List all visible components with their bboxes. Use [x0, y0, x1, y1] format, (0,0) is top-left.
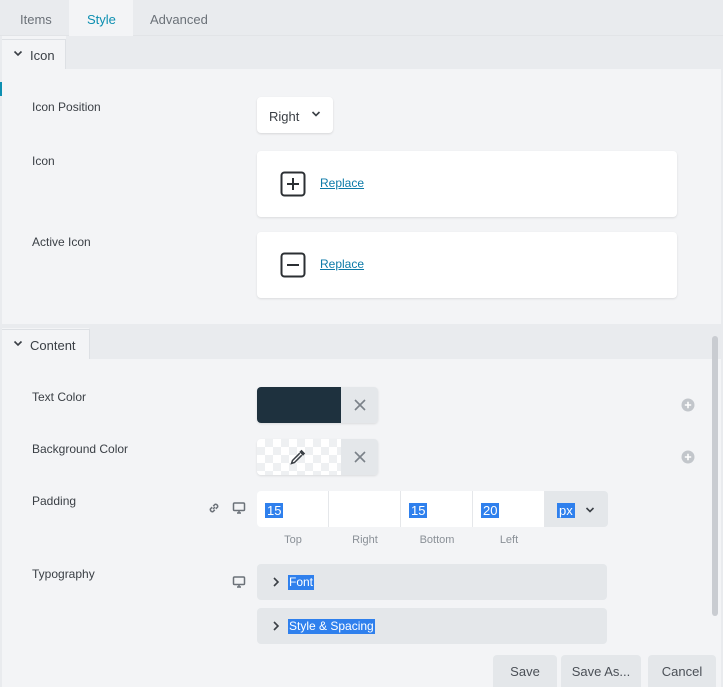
- tab-items-label: Items: [20, 12, 52, 27]
- padding-top-caption: Top: [284, 534, 302, 546]
- clear-text-color-button[interactable]: [341, 387, 378, 423]
- desktop-icon[interactable]: [232, 501, 246, 515]
- plus-circle-icon[interactable]: [681, 398, 695, 412]
- padding-unit-select[interactable]: px: [545, 491, 608, 527]
- padding-label: Padding: [32, 494, 77, 508]
- cancel-button[interactable]: Cancel: [648, 655, 716, 687]
- minus-square-icon: [280, 252, 306, 278]
- save-button[interactable]: Save: [493, 655, 557, 687]
- content-section-title: Content: [30, 338, 76, 353]
- background-color-swatch[interactable]: [257, 439, 341, 475]
- padding-left-caption: Left: [499, 534, 519, 546]
- tab-style-label: Style: [87, 12, 116, 27]
- padding-bottom-value: 15: [409, 503, 428, 518]
- text-color-label: Text Color: [32, 390, 87, 404]
- padding-right-caption: Right: [352, 534, 378, 546]
- plus-circle-icon[interactable]: [681, 450, 695, 464]
- typography-label: Typography: [32, 567, 95, 581]
- icon-section-header-bar: [66, 36, 721, 69]
- active-icon-label: Active Icon: [32, 235, 91, 249]
- padding-bottom-input[interactable]: 15: [401, 491, 473, 527]
- padding-bottom-caption: Bottom: [419, 534, 455, 546]
- padding-top-value: 15: [265, 503, 284, 518]
- padding-top-input[interactable]: 15: [257, 491, 329, 527]
- chevron-down-icon: [585, 507, 595, 513]
- chevron-down-icon: [311, 111, 321, 117]
- content-section-toggle[interactable]: Content: [2, 329, 90, 359]
- active-icon-picker: Replace: [257, 232, 677, 298]
- replace-active-icon-link[interactable]: Replace: [320, 257, 364, 271]
- save-as-button-label: Save As...: [571, 664, 631, 679]
- padding-right-input[interactable]: [329, 491, 401, 527]
- plus-square-icon: [280, 171, 306, 197]
- icon-picker: Replace: [257, 151, 677, 217]
- icon-label: Icon: [32, 154, 55, 168]
- background-color-label: Background Color: [32, 442, 129, 456]
- icon-position-value: Right: [269, 109, 300, 124]
- save-button-label: Save: [510, 664, 540, 679]
- tab-advanced-label: Advanced: [150, 12, 208, 27]
- typography-font-label: Font: [288, 575, 315, 590]
- text-color-swatch[interactable]: [257, 387, 341, 423]
- eyedropper-icon: [290, 449, 306, 465]
- tab-style[interactable]: Style: [69, 0, 133, 36]
- tab-items[interactable]: Items: [2, 0, 70, 36]
- chevron-down-icon: [13, 340, 23, 347]
- padding-unit-value: px: [557, 503, 575, 518]
- active-indicator: [0, 82, 2, 96]
- scrollbar-thumb[interactable]: [712, 336, 718, 616]
- desktop-icon[interactable]: [232, 575, 246, 589]
- replace-icon-link[interactable]: Replace: [320, 176, 364, 190]
- save-as-button[interactable]: Save As...: [561, 655, 641, 687]
- chevron-right-icon: [273, 577, 280, 587]
- clear-background-color-button[interactable]: [341, 439, 378, 475]
- tab-bar: Items Style Advanced: [0, 0, 723, 36]
- typography-style-spacing-label: Style & Spacing: [288, 619, 375, 634]
- chevron-down-icon: [13, 50, 23, 57]
- background-color-picker: [257, 439, 378, 475]
- icon-position-label: Icon Position: [32, 100, 101, 114]
- icon-position-select[interactable]: Right: [257, 97, 333, 133]
- close-icon: [354, 399, 366, 411]
- tab-advanced[interactable]: Advanced: [132, 0, 226, 36]
- padding-left-value: 20: [481, 503, 500, 518]
- typography-font-toggle[interactable]: Font: [257, 564, 607, 600]
- icon-section-toggle[interactable]: Icon: [2, 39, 66, 69]
- icon-section-title: Icon: [30, 48, 55, 63]
- chevron-right-icon: [273, 621, 280, 631]
- link-icon[interactable]: [207, 501, 221, 515]
- content-section-header-bar: [89, 326, 721, 359]
- close-icon: [354, 451, 366, 463]
- typography-style-spacing-toggle[interactable]: Style & Spacing: [257, 608, 607, 644]
- text-color-picker: [257, 387, 378, 423]
- cancel-button-label: Cancel: [661, 664, 703, 679]
- padding-left-input[interactable]: 20: [473, 491, 545, 527]
